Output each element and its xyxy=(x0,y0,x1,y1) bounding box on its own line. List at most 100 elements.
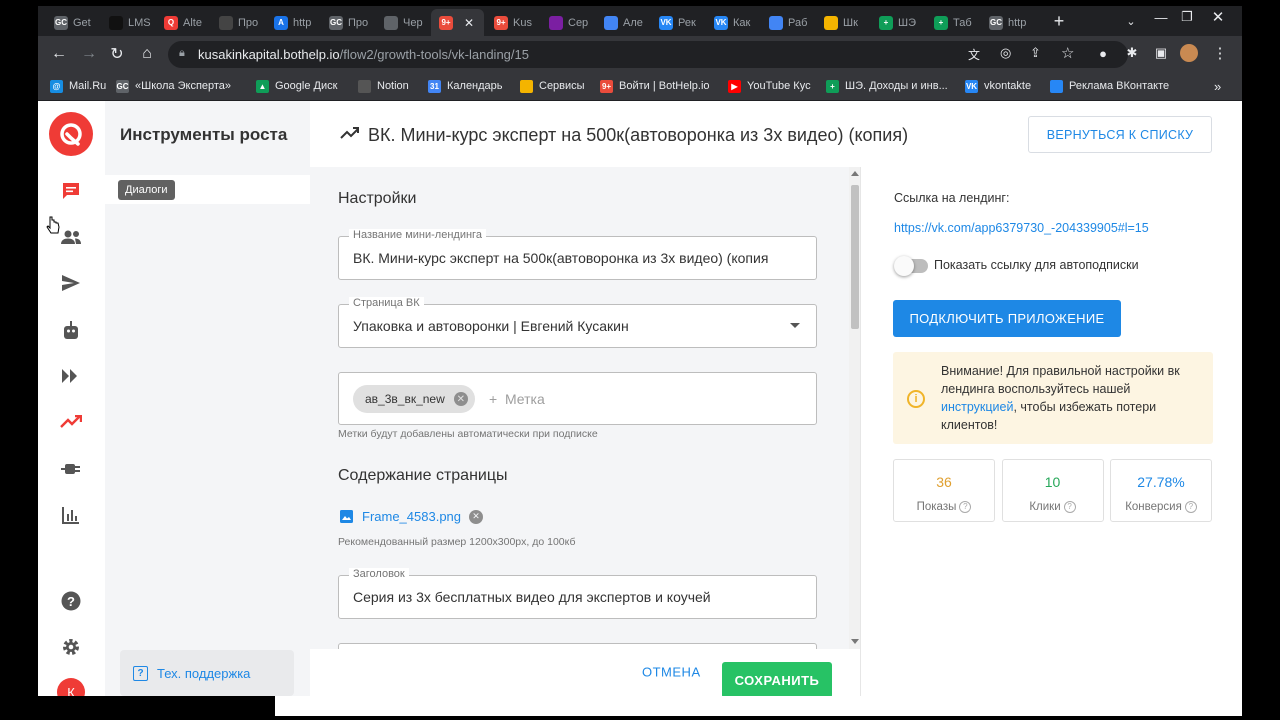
browser-tab[interactable]: Ahttp xyxy=(266,9,319,36)
browser-tab[interactable]: 9+ ✕ xyxy=(431,9,484,36)
help-icon[interactable]: ? xyxy=(58,588,84,614)
scrollbar-thumb[interactable] xyxy=(851,185,859,329)
browser-tab[interactable]: 9+ Kus xyxy=(486,9,539,36)
subscribers-icon[interactable] xyxy=(58,224,84,250)
browser-tab[interactable]: Q Alte xyxy=(156,9,209,36)
browser-tab[interactable]: VK Рек xyxy=(651,9,704,36)
settings-gear-icon[interactable] xyxy=(58,634,84,660)
form-scrollbar[interactable] xyxy=(849,167,860,649)
profile-avatar[interactable] xyxy=(1180,44,1198,62)
instruction-link[interactable]: инструкцией xyxy=(941,400,1013,414)
performance-icon[interactable]: ◎ xyxy=(1000,45,1011,61)
tag-input-placeholder[interactable]: + Метка xyxy=(489,391,545,407)
bothelp-page: ? К Инструменты роста ? Тех. поддержка Д… xyxy=(38,101,1242,696)
tab-favicon-icon: + xyxy=(879,15,893,30)
tab-favicon-icon xyxy=(219,15,233,30)
stat-value: 27.78% xyxy=(1137,474,1185,490)
share-icon[interactable]: ⇪ xyxy=(1030,45,1041,61)
stat-caption-text: Показы xyxy=(916,501,957,514)
bookmark-item[interactable]: @ Mail.Ru xyxy=(50,78,106,94)
broadcast-send-icon[interactable] xyxy=(58,270,84,296)
browser-tab[interactable]: + Таб xyxy=(926,9,979,36)
new-tab-button[interactable]: + xyxy=(1044,10,1074,32)
bookmarks-bar: @ Mail.Ru GC «Школа Эксперта» ▲ Google Диск No… xyxy=(38,72,1242,101)
bookmark-item[interactable]: Сервисы xyxy=(520,78,585,94)
forward-arrow-icon[interactable]: → xyxy=(78,43,100,65)
autosubscribe-toggle[interactable] xyxy=(894,256,928,276)
browser-menu-icon[interactable]: ⋮ xyxy=(1211,44,1229,62)
landing-name-field[interactable]: Название мини-лендинга ВК. Мини-курс экс… xyxy=(338,229,817,280)
bookmark-label: Mail.Ru xyxy=(69,80,107,92)
browser-tab[interactable]: Чер xyxy=(376,9,429,36)
bookmark-item[interactable]: 9+ Войти | BotHelp.io xyxy=(600,78,710,94)
stat-help-icon[interactable]: ? xyxy=(1063,501,1076,513)
browser-tab[interactable]: VK Как xyxy=(706,9,759,36)
landing-link[interactable]: https://vk.com/app6379730_-204339905#l=1… xyxy=(894,221,1149,235)
scroll-up-icon[interactable] xyxy=(851,171,859,176)
scroll-down-icon[interactable] xyxy=(851,639,859,644)
extension-circle-icon[interactable]: ● xyxy=(1094,44,1112,62)
bookmark-favicon-icon: @ xyxy=(50,79,63,93)
tag-remove-icon[interactable]: ✕ xyxy=(453,392,468,406)
browser-tab[interactable]: Про xyxy=(211,9,264,36)
file-name: Frame_4583.png xyxy=(362,509,462,524)
cancel-button[interactable]: ОТМЕНА xyxy=(642,665,701,680)
bookmark-item[interactable]: ▲ Google Диск xyxy=(256,78,337,94)
browser-tab[interactable]: LMS xyxy=(101,9,154,36)
extensions-puzzle-icon[interactable]: ✱ xyxy=(1123,44,1141,62)
bookmark-label: Google Диск xyxy=(275,80,338,92)
browser-tab[interactable]: GC Про xyxy=(321,9,374,36)
vk-page-select[interactable]: Страница ВК Упаковка и автоворонки | Евг… xyxy=(338,297,817,348)
bookmark-star-icon[interactable]: ☆ xyxy=(1061,44,1074,62)
side-panel-icon[interactable]: ▣ xyxy=(1152,44,1170,62)
back-arrow-icon[interactable]: ← xyxy=(48,43,70,65)
vk-page-value: Упаковка и автоворонки | Евгений Кусакин xyxy=(353,318,629,334)
tags-field[interactable]: ав_3в_вк_new ✕ + Метка xyxy=(338,372,817,425)
analytics-chart-icon[interactable] xyxy=(58,502,84,528)
home-icon[interactable]: ⌂ xyxy=(136,43,158,65)
bookmark-favicon-icon: 31 xyxy=(428,79,441,93)
translate-icon[interactable]: 文 xyxy=(968,46,980,63)
tab-search-icon[interactable]: ⌄ xyxy=(1116,10,1146,32)
bookmark-item[interactable]: + ШЭ. Доходы и инв... xyxy=(826,78,948,94)
bothelp-logo[interactable] xyxy=(49,112,93,156)
bookmark-item[interactable]: ▶ YouTube Кус xyxy=(728,78,811,94)
warning-text-pre: Внимание! Для правильной настройки вк ле… xyxy=(941,364,1180,396)
chains-icon[interactable] xyxy=(58,363,84,389)
bookmark-item[interactable]: GC «Школа Эксперта» xyxy=(116,78,231,94)
uploaded-file[interactable]: Frame_4583.png ✕ xyxy=(340,509,484,524)
reload-icon[interactable]: ↻ xyxy=(106,43,128,65)
heading-field[interactable]: Заголовок Серия из 3х бесплатных видео д… xyxy=(338,568,817,619)
dialogs-icon[interactable] xyxy=(58,178,84,204)
file-remove-icon[interactable]: ✕ xyxy=(469,509,484,524)
support-button[interactable]: ? Тех. поддержка xyxy=(120,650,294,696)
bookmark-item[interactable]: Реклама ВКонтакте xyxy=(1050,78,1169,94)
browser-tab[interactable]: Сер xyxy=(541,9,594,36)
tab-close-icon[interactable]: ✕ xyxy=(464,16,474,30)
restore-button[interactable]: ❐ xyxy=(1172,6,1202,28)
close-window-button[interactable]: ✕ xyxy=(1203,6,1233,28)
browser-tab[interactable]: Шк xyxy=(816,9,869,36)
stat-help-icon[interactable]: ? xyxy=(959,501,972,513)
back-to-list-button[interactable]: ВЕРНУТЬСЯ К СПИСКУ xyxy=(1028,116,1212,153)
bookmark-item[interactable]: VK vkontakte xyxy=(965,78,1031,94)
bookmark-item[interactable]: Notion xyxy=(358,78,409,94)
save-button[interactable]: СОХРАНИТЬ xyxy=(722,662,832,696)
browser-tab[interactable]: GC http xyxy=(981,9,1034,36)
growth-trend-icon xyxy=(340,127,359,139)
browser-tab[interactable]: Але xyxy=(596,9,649,36)
bookmark-item[interactable]: 31 Календарь xyxy=(428,78,503,94)
tab-favicon-icon xyxy=(384,15,398,30)
integrations-plug-icon[interactable] xyxy=(58,456,84,482)
browser-tab[interactable]: Раб xyxy=(761,9,814,36)
browser-tab[interactable]: GC Get xyxy=(46,9,99,36)
support-label: Тех. поддержка xyxy=(157,665,251,681)
stat-help-icon[interactable]: ? xyxy=(1184,501,1197,513)
connect-app-button[interactable]: ПОДКЛЮЧИТЬ ПРИЛОЖЕНИЕ xyxy=(893,300,1121,337)
user-avatar[interactable]: К xyxy=(57,678,85,696)
address-bar[interactable]: 🔒︎ kusakinkapital.bothelp.io/flow2/growt… xyxy=(168,41,1128,68)
bot-icon[interactable] xyxy=(58,317,84,343)
bookmarks-overflow-icon[interactable]: » xyxy=(1214,78,1221,94)
growth-tools-icon[interactable] xyxy=(58,409,84,435)
browser-tab[interactable]: + ШЭ xyxy=(871,9,924,36)
